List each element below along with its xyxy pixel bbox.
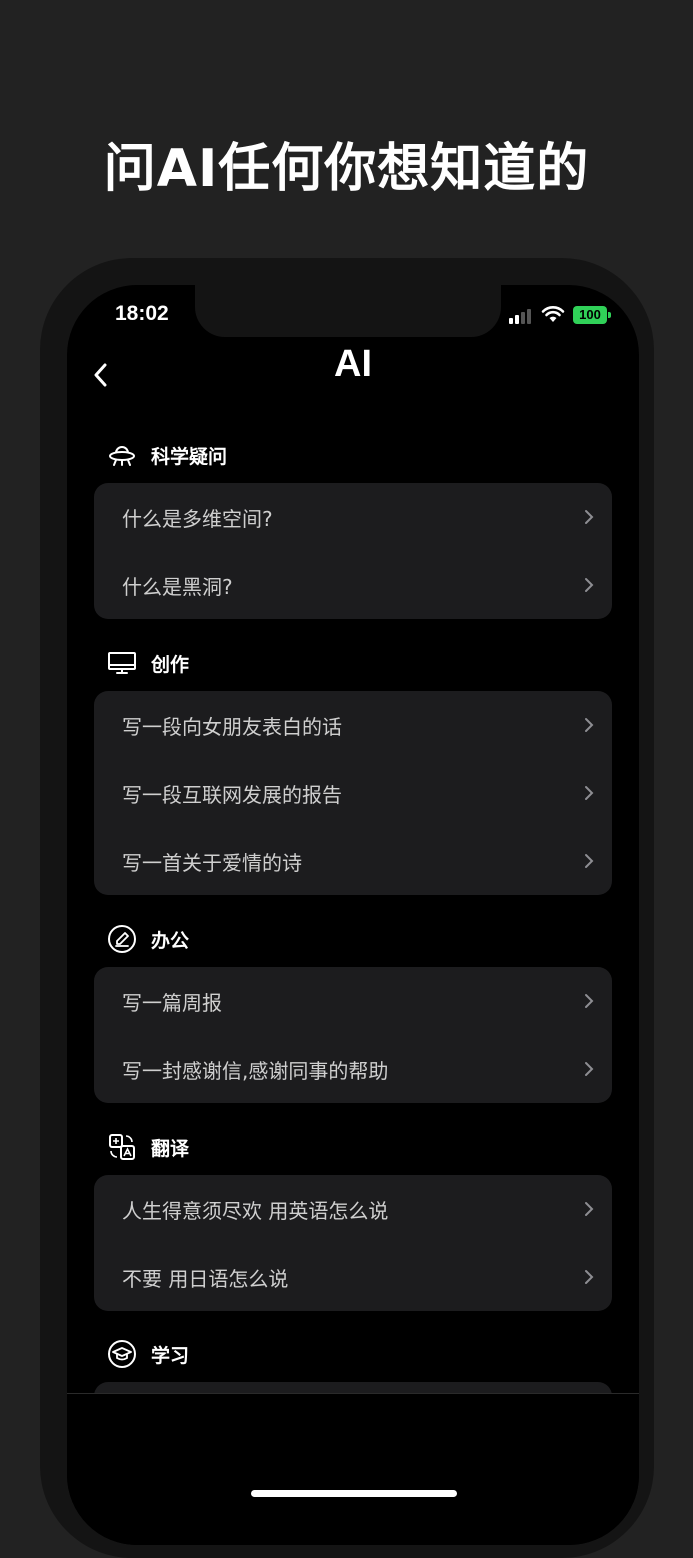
bottom-bar xyxy=(67,1393,639,1545)
question-text: 写一首关于爱情的诗 xyxy=(122,850,302,875)
wifi-icon xyxy=(541,306,565,322)
question-text: 写一段互联网发展的报告 xyxy=(122,782,342,807)
section-header: 创作 xyxy=(94,642,612,684)
section-header: 科学疑问 xyxy=(94,434,612,476)
promo-headline: 问AI任何你想知道的 xyxy=(103,139,590,199)
phone-screen: 18:02 100 AI 科学疑问 什么是多维空间? 什么是黑洞? 创作 写一段… xyxy=(67,285,639,1545)
question-row[interactable]: 人生得意须尽欢 用英语怎么说 xyxy=(94,1175,612,1243)
edit-circle-icon xyxy=(107,924,137,954)
question-text: 什么是多维空间? xyxy=(122,506,273,531)
section-title: 办公 xyxy=(151,929,190,952)
status-time: 18:02 xyxy=(115,302,169,325)
question-text: 什么是黑洞? xyxy=(122,574,233,599)
question-row[interactable]: 写一篇周报 xyxy=(94,967,612,1035)
section-title: 学习 xyxy=(151,1344,190,1367)
page-title: AI xyxy=(334,343,372,385)
section-header: 学习 xyxy=(94,1333,612,1375)
question-text: 写一段向女朋友表白的话 xyxy=(122,714,342,739)
section-office: 办公 写一篇周报 写一封感谢信,感谢同事的帮助 xyxy=(94,918,612,1103)
home-indicator xyxy=(251,1490,457,1497)
section-science: 科学疑问 什么是多维空间? 什么是黑洞? xyxy=(94,434,612,619)
question-row[interactable]: 写一首关于爱情的诗 xyxy=(94,827,612,895)
question-row[interactable]: 写一段互联网发展的报告 xyxy=(94,759,612,827)
chevron-right-icon xyxy=(585,510,594,524)
section-creation: 创作 写一段向女朋友表白的话 写一段互联网发展的报告 写一首关于爱情的诗 xyxy=(94,642,612,895)
section-title: 科学疑问 xyxy=(151,445,228,468)
chevron-right-icon xyxy=(585,1270,594,1284)
question-card: 写一段向女朋友表白的话 写一段互联网发展的报告 写一首关于爱情的诗 xyxy=(94,691,612,895)
question-card: 人生得意须尽欢 用英语怎么说 不要 用日语怎么说 xyxy=(94,1175,612,1311)
question-text: 写一封感谢信,感谢同事的帮助 xyxy=(122,1058,389,1083)
ufo-icon xyxy=(107,440,137,470)
chevron-right-icon xyxy=(585,854,594,868)
question-card: 写一篇周报 写一封感谢信,感谢同事的帮助 xyxy=(94,967,612,1103)
question-row[interactable]: 什么是多维空间? xyxy=(94,483,612,551)
battery-tip xyxy=(608,312,611,318)
section-title: 翻译 xyxy=(151,1137,190,1160)
chevron-right-icon xyxy=(585,786,594,800)
battery-indicator: 100 xyxy=(573,306,607,324)
question-row[interactable]: 不要 用日语怎么说 xyxy=(94,1243,612,1311)
question-text: 写一篇周报 xyxy=(122,990,222,1015)
question-text: 不要 用日语怎么说 xyxy=(122,1266,289,1291)
translate-icon xyxy=(107,1132,137,1162)
section-header: 办公 xyxy=(94,918,612,960)
section-title: 创作 xyxy=(151,653,190,676)
question-row[interactable]: 写一封感谢信,感谢同事的帮助 xyxy=(94,1035,612,1103)
question-text: 人生得意须尽欢 用英语怎么说 xyxy=(122,1198,389,1223)
graduation-cap-icon xyxy=(107,1339,137,1369)
chevron-right-icon xyxy=(585,1202,594,1216)
cellular-signal-icon xyxy=(509,308,535,324)
question-card: 什么是多维空间? 什么是黑洞? xyxy=(94,483,612,619)
chevron-right-icon xyxy=(585,994,594,1008)
chevron-right-icon xyxy=(585,578,594,592)
monitor-icon xyxy=(107,648,137,678)
question-row[interactable]: 什么是黑洞? xyxy=(94,551,612,619)
section-header: 翻译 xyxy=(94,1126,612,1168)
dynamic-island xyxy=(195,285,501,337)
section-translate: 翻译 人生得意须尽欢 用英语怎么说 不要 用日语怎么说 xyxy=(94,1126,612,1311)
question-row[interactable]: 写一段向女朋友表白的话 xyxy=(94,691,612,759)
chevron-right-icon xyxy=(585,1062,594,1076)
chevron-right-icon xyxy=(585,718,594,732)
